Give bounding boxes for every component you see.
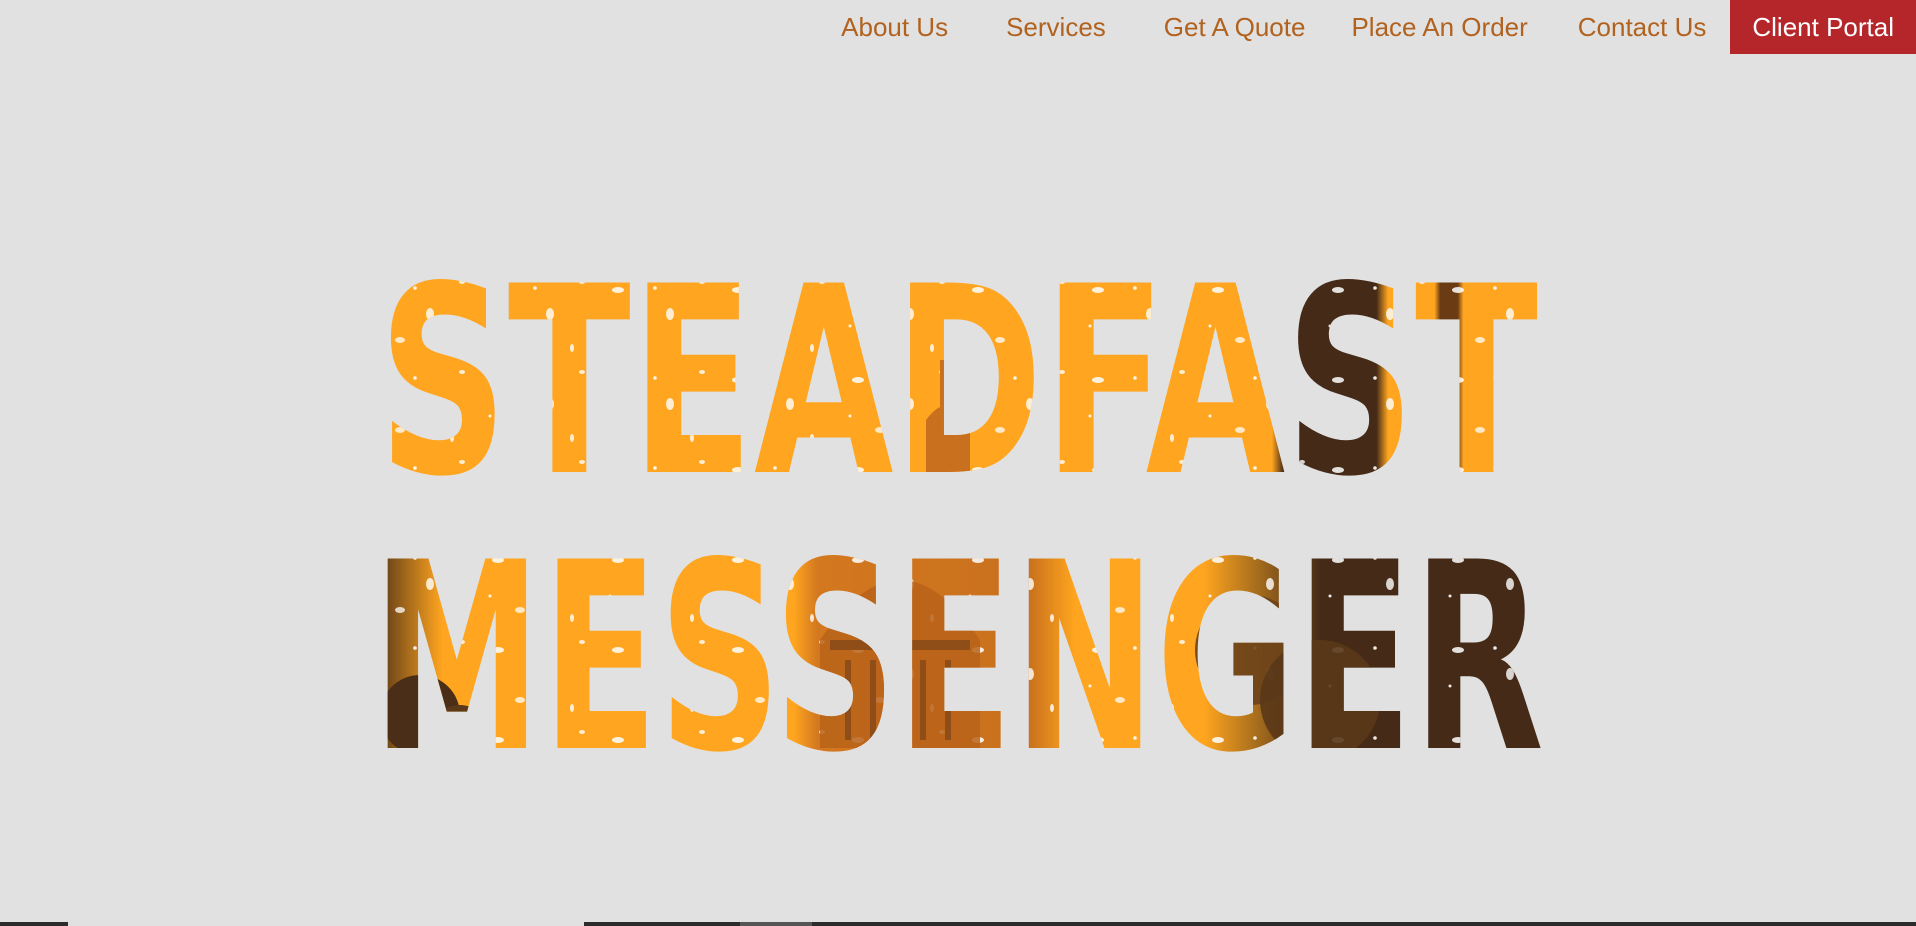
bottom-strip-segment [584, 922, 740, 926]
bottom-strip-segment [740, 922, 812, 926]
hero-logo-graphic: STEADFAST MESSENGER STEADFAST MESSENGER [372, 232, 1544, 810]
logo-line-messenger: MESSENGER [372, 508, 1544, 810]
logo-line-steadfast: STEADFAST [378, 232, 1539, 534]
bottom-edge-strip [0, 922, 1916, 926]
bottom-strip-segment [0, 922, 68, 926]
bottom-strip-segment [812, 922, 1916, 926]
hero-logo: STEADFAST MESSENGER STEADFAST MESSENGER [0, 0, 1916, 926]
page: About Us Services Get A Quote Place An O… [0, 0, 1916, 926]
